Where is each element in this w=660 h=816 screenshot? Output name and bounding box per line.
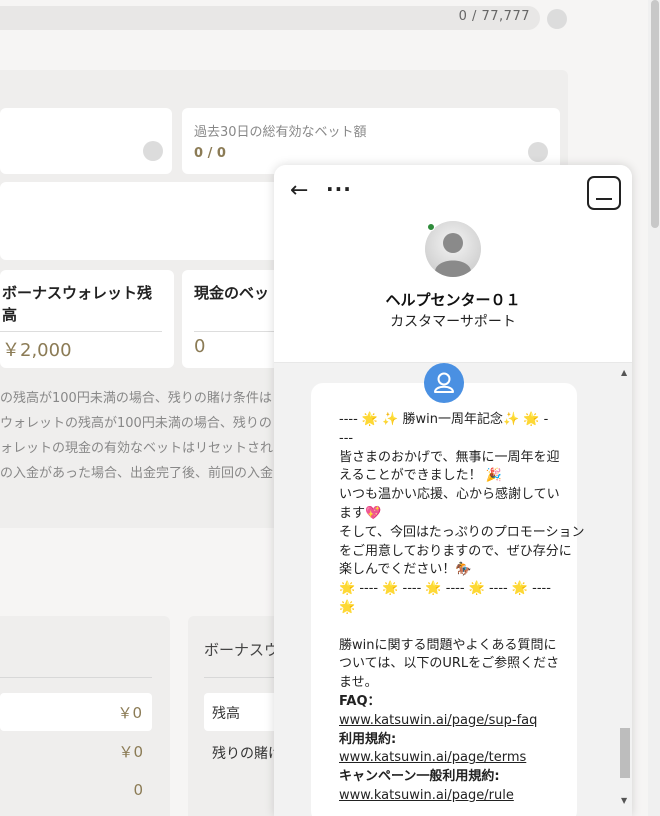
message-line: 勝winに関する問題やよくある質問に — [339, 637, 557, 653]
chat-widget: ← ··· ヘルプセンター０１ カスタマーサポート ---- 🌟 ✨ 勝win一… — [274, 165, 632, 816]
detail-row-value: 0 — [133, 781, 143, 799]
terms-link[interactable]: www.katsuwin.ai/page/terms — [339, 749, 553, 768]
message-line: そして、今回はたっぷりのプロモーション — [339, 524, 585, 540]
note-line: ウォレットの残高が100円未満の場合、残りの — [0, 416, 272, 431]
detail-row-value: ￥0 — [118, 743, 143, 761]
wager-progress-bar: 0 / 77,777 — [0, 6, 540, 30]
bonus-wallet-card: ボーナスウォレット残高 ￥2,000 — [0, 270, 174, 368]
faq-label: FAQ： — [339, 693, 381, 709]
detail-row-box: ￥0 — [0, 693, 152, 731]
minimize-button[interactable] — [587, 176, 621, 210]
detail-row-value: ￥0 — [117, 704, 142, 722]
message-line: をご用意しておりますので、ぜひ存分に — [339, 543, 572, 559]
scroll-down-arrow-icon[interactable]: ▼ — [621, 796, 627, 805]
bonus-wallet-amount: ￥2,000 — [2, 340, 72, 361]
campaign-terms-label: キャンペーン一般利用規約: — [339, 769, 500, 785]
info-icon[interactable] — [547, 9, 567, 29]
bonus-notes: の残高が100円未満の場合、残りの賭け条件は ウォレットの残高が100円未満の場… — [0, 386, 287, 486]
message-line: いつも温かい応援、心から感謝してい — [339, 487, 560, 503]
message-line: 皆さまのおかげで、無事に一周年を迎 — [339, 449, 560, 465]
scroll-up-arrow-icon[interactable]: ▲ — [621, 368, 627, 377]
note-line: の入金があった場合、出金完了後、前回の入金の — [0, 466, 287, 481]
message-text: ---- 🌟 ✨ 勝win一周年記念✨ 🌟 - --- 皆さまのおかげで、無事に… — [339, 411, 585, 806]
more-dots-icon[interactable]: ··· — [326, 177, 352, 201]
divider — [0, 331, 162, 332]
agent-name: ヘルプセンター０１ — [385, 291, 521, 309]
message-line: 🌟 ---- 🌟 ---- 🌟 ---- 🌟 ---- 🌟 ---- — [339, 581, 551, 597]
cash-detail-panel: ￥0 ￥0 0 — [0, 616, 170, 816]
message-line: 楽しんでください！🏇 — [339, 562, 472, 578]
note-line: ォレットの現金の有効なベットはリセットされま — [0, 441, 287, 456]
page-scrollbar-thumb[interactable] — [651, 0, 659, 228]
message-line: --- — [339, 430, 354, 446]
campaign-terms-link[interactable]: www.katsuwin.ai/page/rule — [339, 787, 553, 806]
online-status-dot — [427, 223, 435, 231]
chat-messages[interactable]: ---- 🌟 ✨ 勝win一周年記念✨ 🌟 - --- 皆さまのおかげで、無事に… — [274, 363, 632, 816]
stat-card-left — [0, 108, 172, 174]
message-line: ます💖 — [339, 505, 382, 521]
message-line: ---- 🌟 ✨ 勝win一周年記念✨ 🌟 - — [339, 412, 549, 427]
bonus-wallet-title: ボーナスウォレット残高 — [2, 284, 153, 324]
bet-total-value: 0 / 0 — [194, 146, 226, 161]
note-line: の残高が100円未満の場合、残りの賭け条件は — [0, 391, 272, 406]
bot-avatar — [424, 363, 464, 403]
info-icon[interactable] — [143, 141, 163, 161]
terms-label: 利用規約: — [339, 731, 397, 747]
message-line: えることができました！ 🎉 — [339, 468, 502, 484]
user-icon — [434, 372, 454, 393]
info-icon[interactable] — [528, 142, 548, 162]
faq-link[interactable]: www.katsuwin.ai/page/sup-faq — [339, 712, 553, 731]
divider — [0, 677, 152, 678]
balance-label: 残高 — [212, 706, 240, 722]
message-line: ませ。 — [339, 675, 378, 691]
bet-total-label: 過去30日の総有効なベット額 — [194, 125, 367, 140]
message-line: ついては、以下のURLをご参照くださ — [339, 656, 560, 672]
cash-bet-title: 現金のベッ — [194, 284, 270, 302]
chat-header: ← ··· ヘルプセンター０１ カスタマーサポート — [274, 165, 632, 363]
chat-scrollbar-thumb[interactable] — [620, 728, 630, 778]
bonus-detail-heading: ボーナスウ — [204, 641, 280, 659]
wager-progress-text: 0 / 77,777 — [458, 9, 530, 24]
remaining-label: 残りの賭け — [212, 746, 282, 762]
message-line: 🌟 — [339, 599, 356, 615]
arrow-left-icon[interactable]: ← — [290, 179, 308, 203]
cash-bet-amount: 0 — [194, 336, 206, 357]
agent-role: カスタマーサポート — [390, 314, 516, 330]
